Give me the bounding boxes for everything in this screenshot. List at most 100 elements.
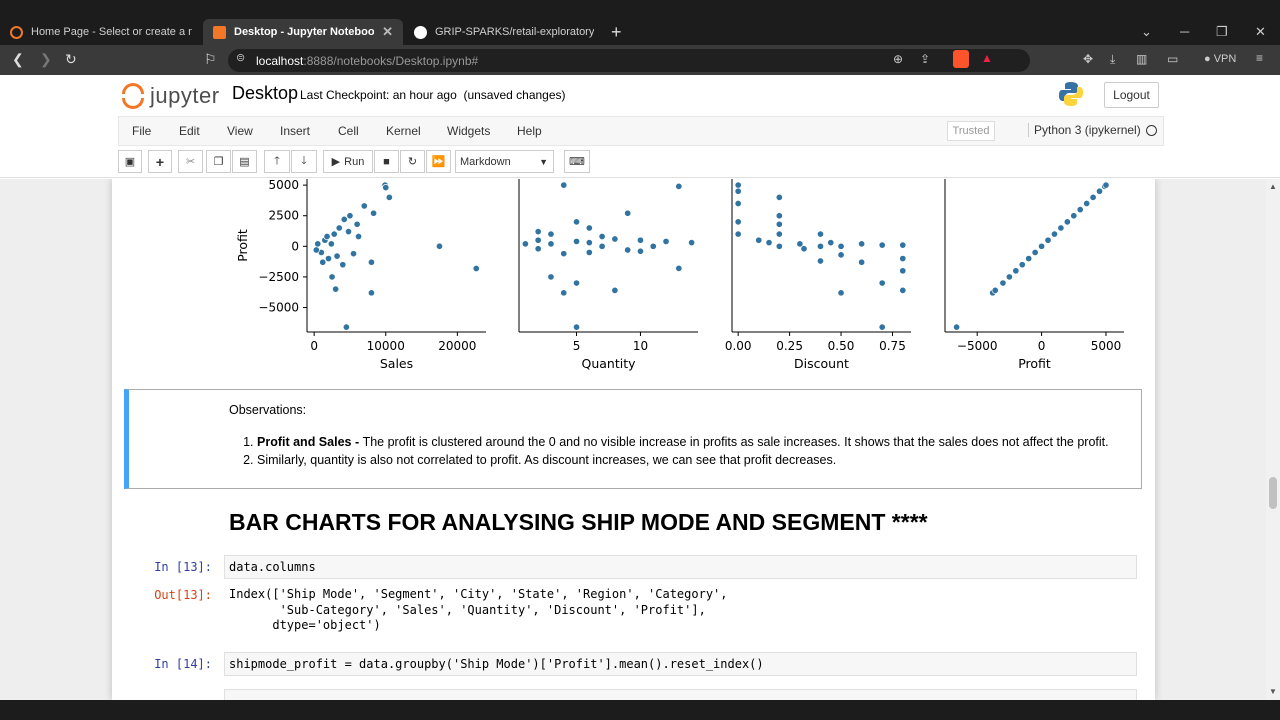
scatter-point [560, 250, 568, 258]
share-icon[interactable]: ⇪ [920, 52, 930, 66]
notebook-favicon-icon [213, 25, 226, 39]
scatter-point [899, 255, 907, 263]
scatter-point [534, 245, 542, 253]
bookmark-icon[interactable]: ⚐ [204, 51, 217, 68]
scatter-point [585, 239, 593, 247]
url-field[interactable]: localhost:8888/notebooks/Desktop.ipynb# [228, 49, 1030, 72]
scrollbar[interactable]: ▲ ▼ [1266, 179, 1280, 700]
reload-icon[interactable]: ↻ [65, 51, 77, 68]
scissors-icon: ✂ [185, 156, 196, 168]
jupyter-header: jupyter Desktop Last Checkpoint: an hour… [0, 75, 1280, 178]
cut-button[interactable]: ✂ [178, 150, 203, 173]
move-down-button[interactable]: 🡓 [291, 150, 317, 173]
scatter-point [800, 245, 808, 253]
scatter-point [1095, 187, 1104, 195]
vpn-label: VPN [1213, 53, 1237, 65]
scatter-point [858, 258, 866, 266]
menubar: File Edit View Insert Cell Kernel Widget… [118, 116, 1164, 146]
zoom-icon[interactable]: ⊕ [893, 52, 903, 66]
wallet-icon[interactable]: ▭ [1167, 52, 1178, 66]
menu-cell[interactable]: Cell [338, 124, 359, 138]
y-tick-label: 5000 [268, 179, 299, 192]
scatter-point [611, 286, 619, 294]
interrupt-button[interactable]: ■ [374, 150, 399, 173]
restart-run-all-button[interactable]: ⏩ [426, 150, 451, 173]
menu-view[interactable]: View [227, 124, 253, 138]
scatter-point [367, 258, 375, 266]
minimize-icon[interactable]: ─ [1180, 24, 1189, 39]
restart-button[interactable]: ↻ [400, 150, 425, 173]
tab-github[interactable]: GRIP-SPARKS/retail-exploratory-data-a [404, 19, 604, 45]
x-tick-label: 0.25 [776, 339, 803, 353]
site-info-icon[interactable]: ⊜ [236, 51, 245, 64]
insert-cell-button[interactable]: + [148, 150, 172, 173]
vpn-button[interactable]: ● VPN [1204, 53, 1236, 65]
menu-kernel[interactable]: Kernel [386, 124, 421, 138]
menu-widgets[interactable]: Widgets [447, 124, 490, 138]
jupyter-logo-icon [122, 83, 144, 109]
jupyter-logo[interactable]: jupyter [122, 83, 220, 109]
checkpoint-status: Last Checkpoint: an hour ago (unsaved ch… [300, 88, 566, 102]
tab-home[interactable]: Home Page - Select or create a notebo [0, 19, 202, 45]
scatter-point [339, 261, 347, 269]
move-up-button[interactable]: 🡑 [264, 150, 290, 173]
tab-list-icon[interactable]: ⌄ [1141, 24, 1152, 40]
logo-text: jupyter [150, 83, 220, 108]
code-cell-14[interactable]: shipmode_profit = data.groupby('Ship Mod… [224, 652, 1137, 676]
tab-label: Desktop - Jupyter Notebook [234, 26, 375, 38]
scatter-point [585, 224, 593, 232]
scatter-point [314, 240, 322, 248]
menu-edit[interactable]: Edit [179, 124, 200, 138]
logout-button[interactable]: Logout [1104, 82, 1159, 108]
tab-desktop[interactable]: Desktop - Jupyter Notebook ✕ [203, 19, 403, 45]
paste-button[interactable]: ▤ [232, 150, 257, 173]
close-window-icon[interactable]: ✕ [1255, 24, 1266, 40]
scatter-point [775, 242, 783, 250]
x-tick-label: 10000 [367, 339, 405, 353]
code-cell-next[interactable] [224, 689, 1137, 700]
scatter-point [327, 240, 335, 248]
scatter-point [332, 285, 340, 293]
scatter-point [360, 202, 368, 210]
forward-icon[interactable]: ❯ [40, 51, 52, 68]
code-cell-13[interactable]: data.columns [224, 555, 1137, 579]
brave-rewards-icon[interactable]: ▲ [981, 51, 993, 65]
markdown-cell[interactable]: Observations: Profit and Sales - The pro… [124, 389, 1142, 489]
copy-icon: ❐ [213, 156, 224, 168]
scatter-point [435, 242, 444, 250]
extensions-icon[interactable]: ✥ [1083, 52, 1093, 66]
scroll-thumb[interactable] [1269, 477, 1277, 509]
list-item: Similarly, quantity is also not correlat… [257, 451, 1109, 469]
tab-label: Home Page - Select or create a notebo [31, 26, 192, 38]
close-tab-icon[interactable]: ✕ [382, 24, 393, 40]
save-button[interactable]: ▣ [118, 150, 142, 173]
menu-insert[interactable]: Insert [280, 124, 310, 138]
sidebar-icon[interactable]: ▥ [1136, 52, 1147, 66]
brave-shield-icon[interactable] [953, 50, 969, 68]
scatter-point [816, 242, 825, 250]
pairplot-output: 0 10000 20000 Sales 5000 2500 0 −2500 −5000 Profi… [235, 179, 1124, 371]
menu-icon[interactable]: ≡ [1256, 51, 1263, 65]
back-icon[interactable]: ❮ [12, 51, 24, 68]
maximize-icon[interactable]: ❐ [1216, 24, 1228, 40]
download-icon[interactable]: ⤓ [1110, 52, 1115, 67]
scatter-point [342, 323, 350, 331]
scroll-up-icon[interactable]: ▲ [1269, 182, 1277, 191]
copy-button[interactable]: ❐ [206, 150, 231, 173]
menu-help[interactable]: Help [517, 124, 542, 138]
scatter-point [367, 289, 375, 297]
scatter-point [1044, 236, 1052, 244]
x-tick-label: 0.50 [828, 339, 855, 353]
notebook-name[interactable]: Desktop [232, 83, 298, 104]
menu-file[interactable]: File [132, 124, 151, 138]
run-button[interactable]: ▶ Run [323, 150, 373, 173]
scatter-point [346, 212, 354, 220]
y-tick-label: −2500 [258, 270, 299, 284]
new-tab-icon[interactable]: + [611, 22, 622, 43]
x-tick-label: −5000 [957, 339, 998, 353]
cell-type-select[interactable]: Markdown ▼ [455, 150, 554, 173]
command-palette-button[interactable]: ⌨ [564, 150, 590, 173]
trusted-indicator[interactable]: Trusted [947, 121, 995, 141]
scatter-point [649, 242, 657, 250]
scroll-down-icon[interactable]: ▼ [1269, 687, 1277, 696]
